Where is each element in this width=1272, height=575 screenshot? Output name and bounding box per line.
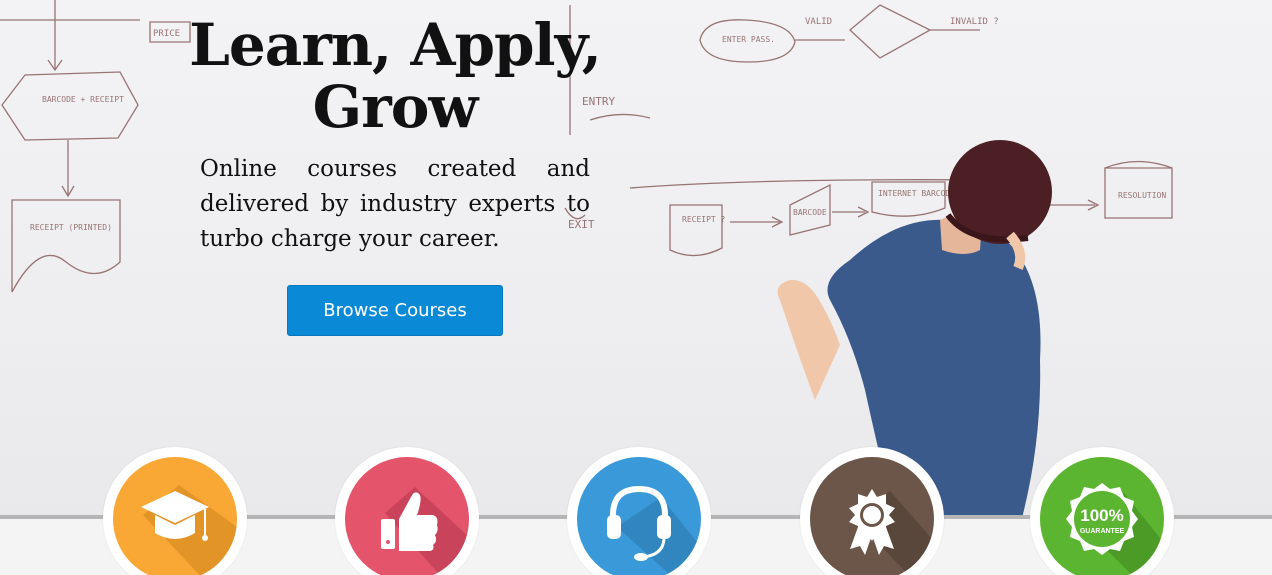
note-invalid: INVALID ? [950,17,999,27]
note-price: PRICE [153,29,180,39]
feature-courses[interactable] [103,447,247,575]
graduation-cap-icon [113,457,237,575]
note-receipt-2: RECEIPT ? [682,215,726,224]
feature-quality[interactable] [335,447,479,575]
feature-guarantee[interactable]: 100% GUARANTEE [1030,447,1174,575]
note-receipt: RECEIPT (PRINTED) [30,223,112,232]
browse-courses-button[interactable]: Browse Courses [287,285,503,336]
page-title: Learn, Apply, Grow [189,11,602,141]
note-resolution: RESOLUTION [1118,191,1166,200]
feature-support[interactable] [567,447,711,575]
note-valid: VALID [805,17,832,27]
hero-banner: PRICE BARCODE + RECEIPT RECEIPT (PRINTED… [0,0,1272,518]
guarantee-seal-icon: 100% GUARANTEE [1040,457,1164,575]
award-badge-icon [810,457,934,575]
guarantee-label: GUARANTEE [1080,528,1125,535]
feature-accredited[interactable] [800,447,944,575]
guarantee-percent: 100% [1080,506,1123,525]
note-barcode: BARCODE + RECEIPT [42,95,124,104]
headset-icon [577,457,701,575]
note-enter-pass: ENTER PASS. [722,35,775,44]
thumbs-up-icon [345,457,469,575]
hero-tagline: Online courses created and delivered by … [200,156,590,252]
